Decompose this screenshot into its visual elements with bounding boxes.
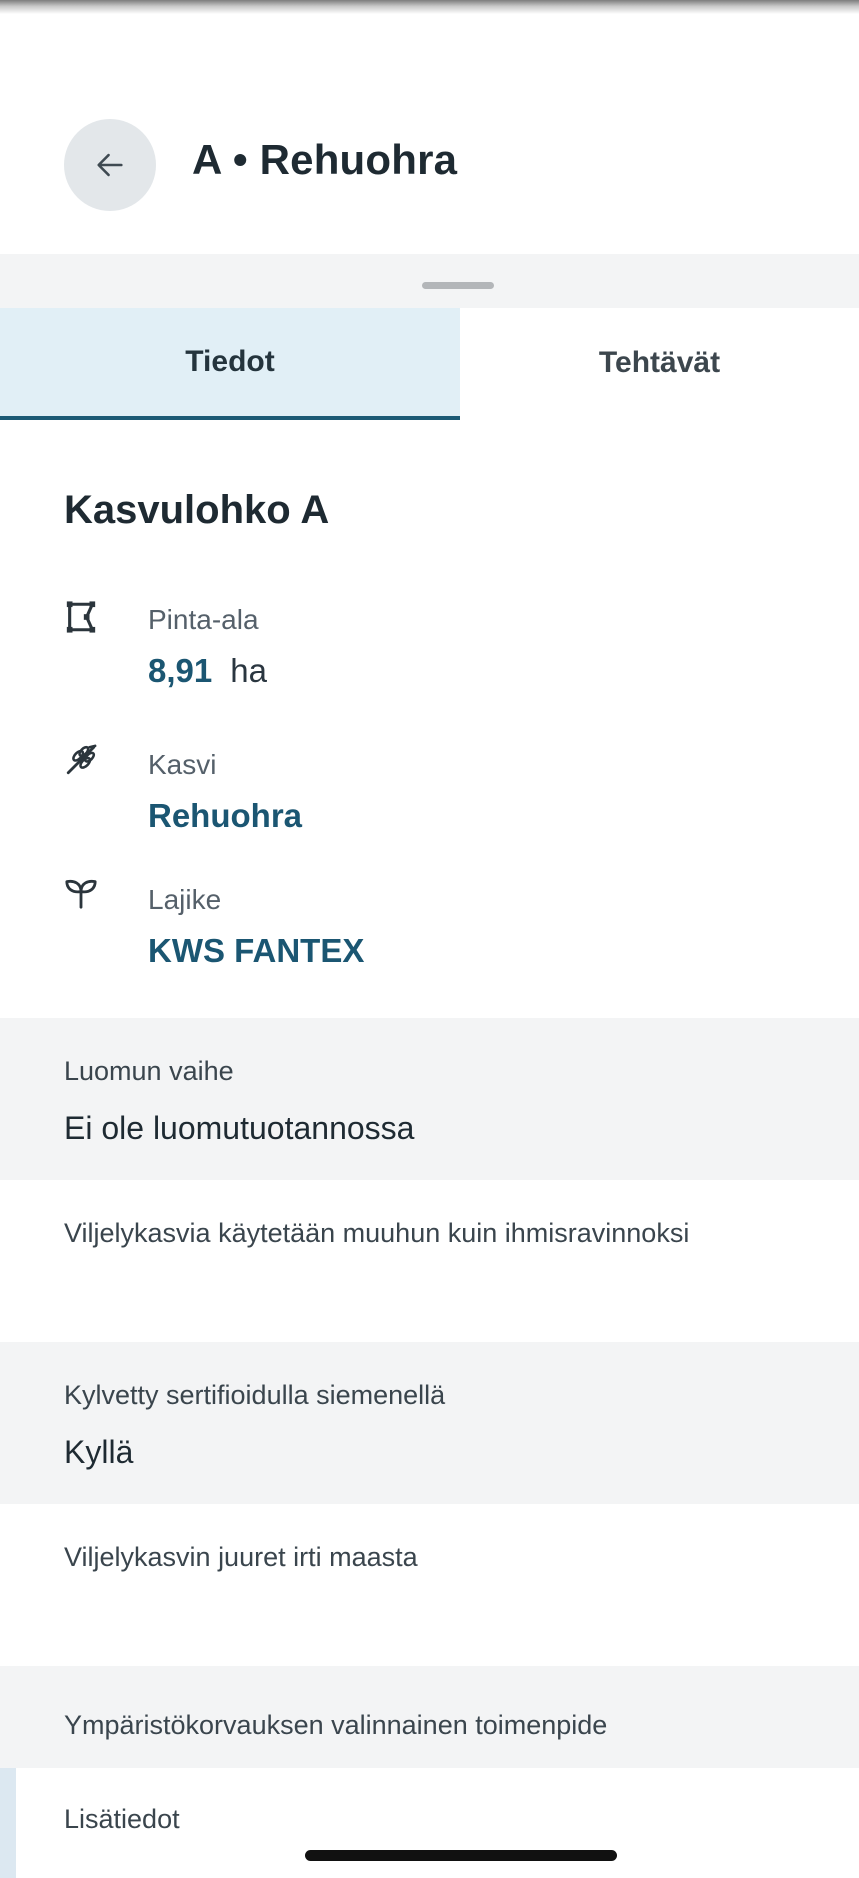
field-value: Kyllä (64, 1434, 134, 1470)
area-value: 8,91 ha (148, 652, 267, 690)
home-indicator[interactable] (305, 1850, 617, 1861)
status-bar-shadow (0, 0, 859, 14)
variety-row: Lajike KWS FANTEX (0, 870, 859, 980)
area-polygon-icon (66, 601, 96, 633)
field-ihmisravinto[interactable]: Viljelykasvia käytetään muuhun kuin ihmi… (0, 1180, 859, 1342)
tab-tiedot[interactable]: Tiedot (0, 308, 460, 420)
area-unit: ha (230, 652, 267, 689)
field-luomun-vaihe[interactable]: Luomun vaihe Ei ole luomutuotannossa (0, 1018, 859, 1180)
field-label: Ympäristökorvauksen valinnainen toimenpi… (64, 1710, 608, 1740)
field-sertifioitu-siemen[interactable]: Kylvetty sertifioidulla siemenellä Kyllä (0, 1342, 859, 1504)
variety-value[interactable]: KWS FANTEX (148, 932, 364, 970)
back-button[interactable] (64, 119, 156, 211)
drag-handle[interactable] (422, 282, 494, 289)
crop-row: Kasvi Rehuohra (0, 735, 859, 845)
field-label: Viljelykasvin juuret irti maasta (64, 1542, 418, 1572)
field-lisatiedot[interactable]: Lisätiedot (0, 1768, 859, 1878)
field-label: Viljelykasvia käytetään muuhun kuin ihmi… (64, 1218, 690, 1248)
sprout-icon (65, 879, 97, 909)
sheet-top (0, 254, 859, 308)
tab-tehtavat[interactable]: Tehtävät (460, 308, 859, 418)
arrow-left-icon (97, 153, 123, 177)
wheat-icon (66, 744, 97, 775)
variety-label: Lajike (148, 884, 222, 915)
tab-bar: Tiedot Tehtävät (0, 308, 859, 420)
edge-strip (0, 1768, 16, 1878)
area-label: Pinta-ala (148, 604, 259, 635)
area-row: Pinta-ala 8,91 ha (0, 590, 859, 700)
field-value: Ei ole luomutuotannossa (64, 1110, 415, 1146)
page-title: A • Rehuohra (192, 136, 458, 183)
area-number: 8,91 (148, 652, 213, 689)
crop-label: Kasvi (148, 749, 217, 780)
field-label: Kylvetty sertifioidulla siemenellä (64, 1380, 446, 1410)
crop-value[interactable]: Rehuohra (148, 797, 302, 835)
field-label: Lisätiedot (64, 1804, 180, 1834)
field-label: Luomun vaihe (64, 1056, 234, 1086)
field-juuret-irti[interactable]: Viljelykasvin juuret irti maasta (0, 1504, 859, 1666)
section-title: Kasvulohko A (64, 488, 330, 532)
